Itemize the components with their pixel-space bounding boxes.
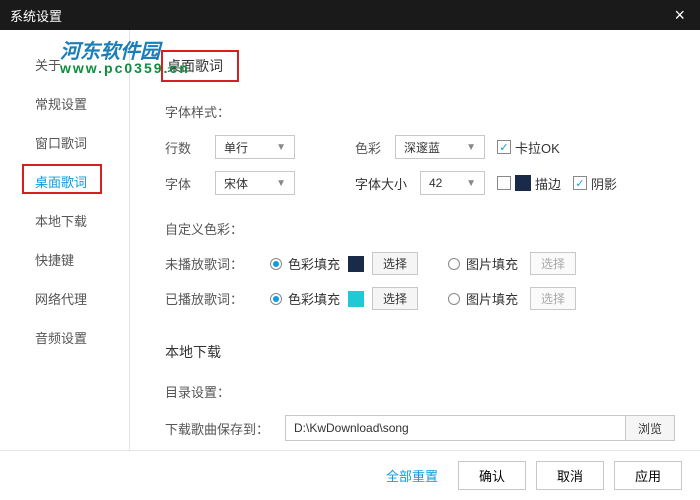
sidebar-item-proxy[interactable]: 网络代理: [0, 279, 129, 318]
lines-label: 行数: [165, 138, 215, 157]
lines-select[interactable]: 单行▼: [215, 135, 295, 159]
radio-on-icon: [270, 258, 282, 270]
font-label: 字体: [165, 174, 215, 193]
dir-settings-label: 目录设置：: [165, 382, 675, 401]
radio-on-icon: [270, 293, 282, 305]
unplayed-image-choose-button: 选择: [530, 252, 576, 275]
font-select[interactable]: 宋体▼: [215, 171, 295, 195]
custom-colors-label: 自定义色彩：: [165, 219, 675, 238]
color-select[interactable]: 深邃蓝▼: [395, 135, 485, 159]
unplayed-color-choose-button[interactable]: 选择: [372, 252, 418, 275]
sidebar-item-shortcuts[interactable]: 快捷键: [0, 240, 129, 279]
window-title: 系统设置: [10, 6, 62, 25]
caret-down-icon: ▼: [466, 178, 476, 189]
caret-down-icon: ▼: [276, 142, 286, 153]
played-image-choose-button: 选择: [530, 287, 576, 310]
unplayed-color-fill-radio[interactable]: 色彩填充: [270, 254, 340, 273]
played-color-swatch[interactable]: [348, 291, 364, 307]
sidebar: 关于 常规设置 窗口歌词 桌面歌词 本地下载 快捷键 网络代理 音频设置: [0, 30, 130, 500]
sidebar-item-download[interactable]: 本地下载: [0, 201, 129, 240]
sidebar-item-about[interactable]: 关于: [0, 45, 129, 84]
sidebar-item-desktop-lyrics[interactable]: 桌面歌词: [0, 162, 129, 201]
sidebar-item-audio[interactable]: 音频设置: [0, 318, 129, 357]
played-color-choose-button[interactable]: 选择: [372, 287, 418, 310]
close-icon[interactable]: ×: [669, 5, 690, 26]
song-path-input[interactable]: D:\KwDownload\song: [285, 415, 626, 441]
played-color-fill-radio[interactable]: 色彩填充: [270, 289, 340, 308]
played-image-fill-radio[interactable]: 图片填充: [448, 289, 518, 308]
content-panel: 桌面歌词 字体样式： 行数 单行▼ 色彩 深邃蓝▼ ✓ 卡拉OK 字体 宋体▼ …: [130, 30, 700, 500]
checkbox-icon: [497, 176, 511, 190]
apply-button[interactable]: 应用: [614, 461, 682, 490]
caret-down-icon: ▼: [466, 142, 476, 153]
footer: 全部重置 确认 取消 应用: [0, 450, 700, 500]
font-size-label: 字体大小: [355, 174, 420, 193]
radio-off-icon: [448, 258, 460, 270]
song-browse-button[interactable]: 浏览: [626, 415, 675, 441]
outline-color-swatch[interactable]: [515, 175, 531, 191]
unplayed-label: 未播放歌词：: [165, 254, 270, 273]
checkbox-icon: ✓: [497, 140, 511, 154]
color-label: 色彩: [355, 138, 395, 157]
song-path-label: 下载歌曲保存到：: [165, 419, 285, 438]
font-size-select[interactable]: 42▼: [420, 171, 485, 195]
unplayed-image-fill-radio[interactable]: 图片填充: [448, 254, 518, 273]
checkbox-icon: ✓: [573, 176, 587, 190]
shadow-checkbox[interactable]: ✓ 阴影: [573, 174, 617, 193]
karaoke-checkbox[interactable]: ✓ 卡拉OK: [497, 138, 560, 157]
section-heading-desktop-lyrics: 桌面歌词: [161, 50, 239, 82]
radio-off-icon: [448, 293, 460, 305]
caret-down-icon: ▼: [276, 178, 286, 189]
font-style-label: 字体样式：: [165, 102, 675, 121]
outline-checkbox[interactable]: 描边: [497, 174, 561, 193]
titlebar: 系统设置 ×: [0, 0, 700, 30]
sidebar-item-general[interactable]: 常规设置: [0, 84, 129, 123]
unplayed-color-swatch[interactable]: [348, 256, 364, 272]
section-heading-download: 本地下载: [165, 342, 675, 362]
played-label: 已播放歌词：: [165, 289, 270, 308]
ok-button[interactable]: 确认: [458, 461, 526, 490]
sidebar-item-window-lyrics[interactable]: 窗口歌词: [0, 123, 129, 162]
highlight-box: [22, 164, 102, 194]
cancel-button[interactable]: 取消: [536, 461, 604, 490]
reset-all-link[interactable]: 全部重置: [386, 466, 438, 485]
